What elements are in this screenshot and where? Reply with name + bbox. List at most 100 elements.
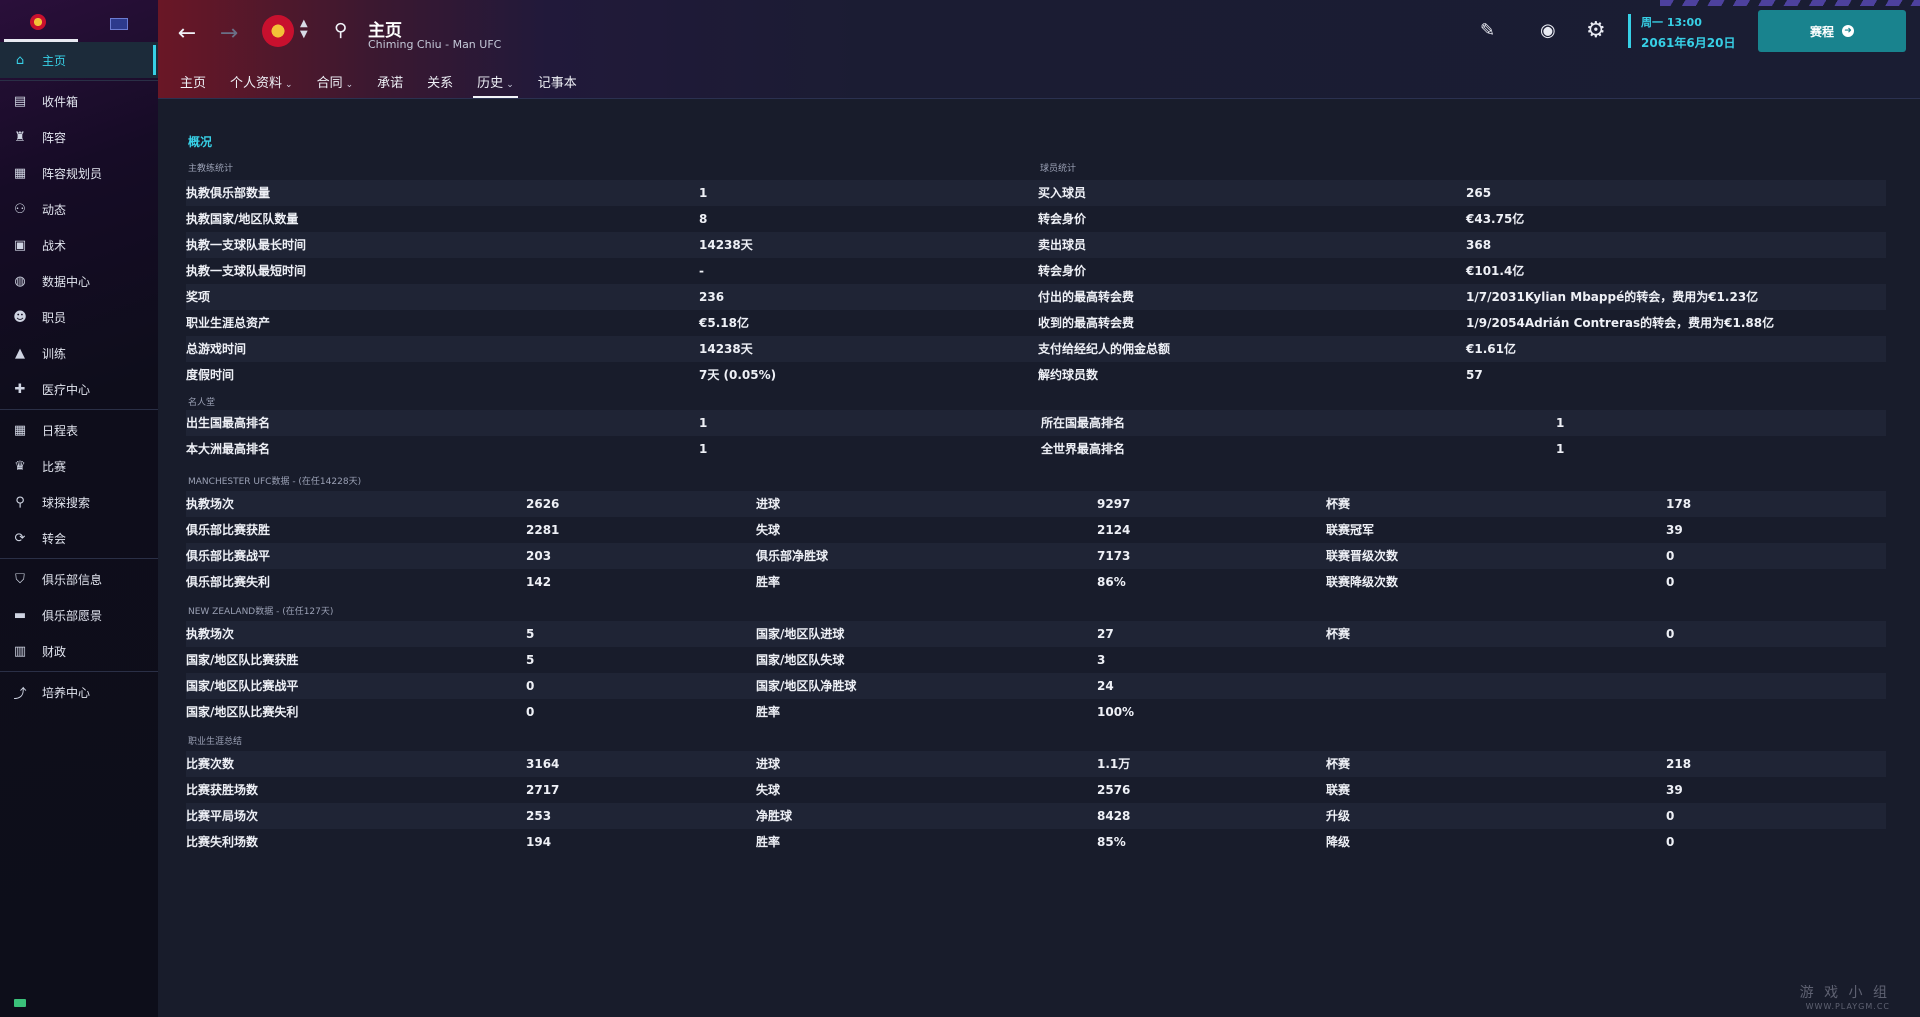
globe-icon[interactable]: ◉ (1540, 20, 1556, 41)
sidebar-item-7[interactable]: ☻ 职员 (0, 299, 158, 335)
stat-label: 比赛失利场数 (186, 835, 259, 849)
stat-value: 2124 (1097, 523, 1131, 537)
sidebar-item-5[interactable]: ▣ 战术 (0, 227, 158, 263)
sidebar-item-4[interactable]: ⚇ 动态 (0, 191, 158, 227)
nation-stats-label: NEW ZEALAND数据 - (在任127天) (188, 607, 334, 617)
stat-label: 奖项 (186, 290, 211, 304)
sidebar-item-2[interactable]: ♜ 阵容 (0, 119, 158, 155)
sidebar-item-label: 主页 (42, 53, 67, 68)
stat-value: 265 (1466, 186, 1492, 200)
tab-label: 合同 (316, 76, 343, 91)
table-row: 执教场次 5 国家/地区队进球 27 杯赛 0 (186, 621, 1886, 647)
tab-1[interactable]: 个人资料 ⌄ (220, 68, 303, 98)
stat-label: 联赛降级次数 (1326, 575, 1399, 589)
stat-value: 14238天 (699, 342, 753, 356)
stat-value: 7天 (0.05%) (699, 368, 777, 382)
back-arrow-icon[interactable]: ← (174, 20, 200, 46)
stat-label: 杯赛 (1326, 497, 1351, 511)
stat-value: 1/7/2031Kylian Mbappé的转会，费用为€1.23亿 (1466, 290, 1759, 304)
tab-3[interactable]: 承诺 (367, 68, 413, 98)
sidebar-item-label: 职员 (42, 310, 67, 325)
sidebar-item-10[interactable]: ▦ 日程表 (0, 412, 158, 448)
club-switch-chevrons-icon[interactable]: ▲ ▼ (300, 18, 308, 40)
sidebar-item-11[interactable]: ♛ 比赛 (0, 448, 158, 484)
sidebar-item-0[interactable]: ⌂ 主页 (0, 42, 158, 78)
tab-2[interactable]: 合同 ⌄ (307, 68, 364, 98)
stat-label: 执教场次 (186, 627, 235, 641)
edit-pencil-icon[interactable]: ✎ (1480, 20, 1495, 41)
development-icon: ⤴ (13, 686, 27, 702)
search-icon[interactable]: ⚲ (334, 20, 347, 41)
table-row: 职业生涯总资产 €5.18亿 收到的最高转会费 1/9/2054Adrián Cont… (186, 310, 1886, 336)
sidebar-item-6[interactable]: ◍ 数据中心 (0, 263, 158, 299)
club-badge-icon[interactable] (30, 14, 46, 30)
section-title: 概况 (188, 135, 213, 149)
stat-value: 14238天 (699, 238, 753, 252)
table-row: 执教国家/地区队数量 8 转会身价 €43.75亿 (186, 206, 1886, 232)
stat-value: 1.1万 (1097, 757, 1131, 771)
hall-of-fame-label: 名人堂 (188, 398, 216, 408)
stat-label: 转会身价 (1038, 212, 1087, 226)
inbox-icon: ▤ (13, 93, 27, 109)
continue-button[interactable]: 赛程 ➜ (1758, 10, 1906, 52)
stat-label: 所在国最高排名 (1041, 416, 1126, 430)
stat-label: 国家/地区队净胜球 (756, 679, 857, 693)
search-icon: ⚲ (15, 494, 25, 510)
header-decoration (1660, 0, 1920, 6)
chevron-down-icon: ⌄ (345, 80, 354, 90)
tab-5[interactable]: 历史 ⌄ (467, 68, 524, 98)
status-icon[interactable] (14, 999, 26, 1007)
sidebar-item-label: 俱乐部信息 (42, 572, 103, 587)
stat-label: 国家/地区队比赛战平 (186, 679, 299, 693)
stat-label: 职业生涯总资产 (186, 316, 271, 330)
chevron-down-icon: ⌄ (506, 80, 514, 90)
sidebar-item-1[interactable]: ▤ 收件箱 (0, 83, 158, 119)
clipboard-icon: ▦ (13, 165, 27, 181)
tab-6[interactable]: 记事本 (528, 68, 587, 98)
sidebar-item-13[interactable]: ⟳ 转会 (0, 520, 158, 556)
sidebar-item-label: 球探搜索 (42, 495, 91, 510)
stat-value: 218 (1666, 757, 1692, 771)
stat-label: 执教一支球队最短时间 (186, 264, 307, 278)
sidebar-item-3[interactable]: ▦ 阵容规划员 (0, 155, 158, 191)
stat-value: 39 (1666, 783, 1683, 797)
stat-value: €5.18亿 (699, 316, 749, 330)
sidebar-item-12[interactable]: ⚲ 球探搜索 (0, 484, 158, 520)
day-time: 周一 13:00 (1641, 16, 1702, 29)
tab-4[interactable]: 关系 (417, 68, 463, 98)
club-crest-icon[interactable] (262, 15, 294, 47)
table-row: 奖项 236 付出的最高转会费 1/7/2031Kylian Mbappé的转会，费用… (186, 284, 1886, 310)
stat-label: 国家/地区队比赛获胜 (186, 653, 299, 667)
sidebar-item-9[interactable]: ✚ 医疗中心 (0, 371, 158, 407)
sidebar-divider (0, 80, 158, 81)
table-row: 俱乐部比赛失利 142 胜率 86% 联赛降级次数 0 (186, 569, 1886, 595)
table-row: 出生国最高排名 1 所在国最高排名 1 (186, 410, 1886, 436)
sidebar-item-14[interactable]: ⛉ 俱乐部信息 (0, 561, 158, 597)
staff-icon: ☻ (13, 309, 27, 325)
nation-flag-icon[interactable] (110, 18, 128, 30)
gear-icon[interactable]: ⚙ (1586, 18, 1606, 43)
data-hub-icon: ◍ (14, 273, 26, 289)
sidebar-item-17[interactable]: ⤴ 培养中心 (0, 674, 158, 710)
sidebar-item-8[interactable]: ▲ 训练 (0, 335, 158, 371)
transfer-icon: ⟳ (14, 530, 26, 546)
stat-label: 俱乐部比赛失利 (186, 575, 271, 589)
stat-label: 比赛获胜场数 (186, 783, 259, 797)
stat-value: 236 (699, 290, 725, 304)
sidebar-item-16[interactable]: ▥ 财政 (0, 633, 158, 669)
sidebar-item-15[interactable]: ▬ 俱乐部愿景 (0, 597, 158, 633)
stat-value: 27 (1097, 627, 1114, 641)
stat-label: 失球 (756, 523, 781, 537)
forward-arrow-icon[interactable]: → (216, 20, 242, 46)
stat-label: 降级 (1326, 835, 1351, 849)
sidebar-top (0, 0, 158, 42)
career-summary-label: 职业生涯总结 (188, 737, 243, 747)
tab-0[interactable]: 主页 (170, 68, 216, 98)
continue-button-label: 赛程 (1809, 24, 1834, 39)
stat-value: 3164 (526, 757, 560, 771)
stat-value: 0 (526, 705, 535, 719)
stat-value: €43.75亿 (1466, 212, 1525, 226)
sidebar-item-label: 阵容规划员 (42, 166, 103, 181)
player-stats-label: 球员统计 (1040, 164, 1077, 174)
stat-label: 付出的最高转会费 (1038, 290, 1135, 304)
